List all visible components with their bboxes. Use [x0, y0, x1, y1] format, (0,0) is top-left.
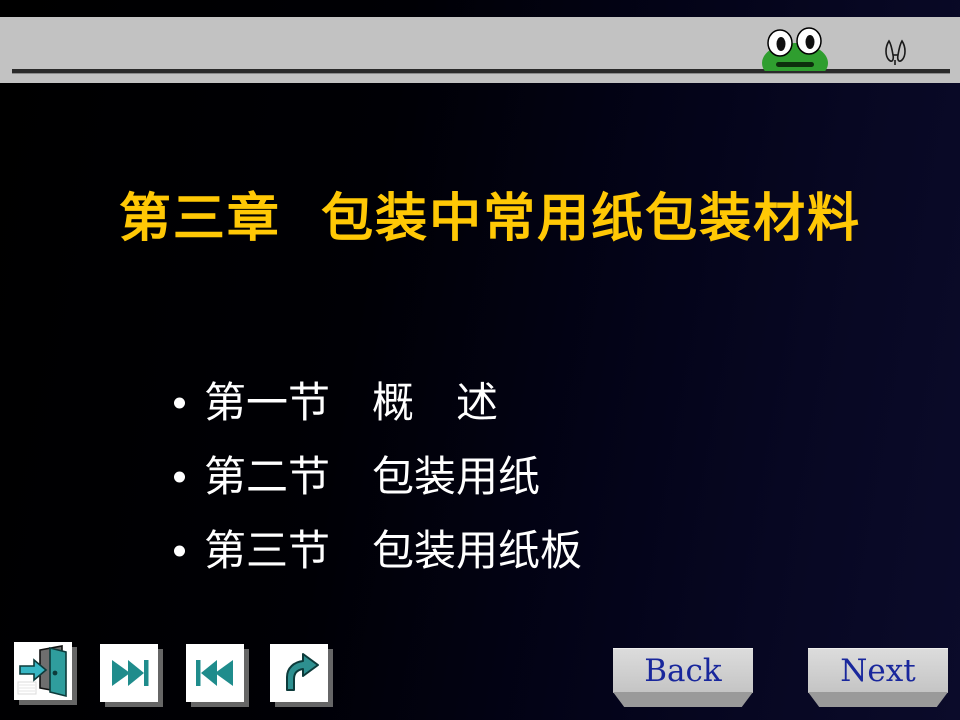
return-arrow-icon: [286, 653, 319, 691]
next-button-base: [808, 692, 948, 707]
return-button[interactable]: [270, 644, 328, 702]
frog-icon: [754, 23, 836, 71]
page-title: 第三章 包装中常用纸包装材料: [118, 188, 862, 249]
back-button[interactable]: Back: [613, 648, 753, 707]
next-slide-button[interactable]: [100, 644, 158, 702]
bullet-dot-icon: [174, 545, 185, 557]
presentation-slide: 第三章 包装中常用纸包装材料 第一节 概 述 第二节 包装用纸 第三节 包装用纸…: [0, 0, 960, 720]
next-button[interactable]: Next: [808, 648, 948, 707]
back-button-face[interactable]: Back: [613, 648, 753, 693]
previous-slide-button[interactable]: [186, 644, 244, 702]
next-button-label: Next: [840, 652, 916, 689]
bird-footprint-icon: [880, 38, 914, 68]
list-item[interactable]: 第三节 包装用纸板: [168, 514, 868, 588]
skip-backward-icon: [196, 660, 233, 686]
exit-door-icon: [17, 645, 67, 698]
next-button-face[interactable]: Next: [808, 648, 948, 693]
back-button-base: [613, 692, 753, 707]
list-item[interactable]: 第一节 概 述: [168, 366, 868, 440]
section-list: 第一节 概 述 第二节 包装用纸 第三节 包装用纸板: [168, 366, 868, 588]
back-button-label: Back: [644, 652, 722, 689]
exit-button[interactable]: [14, 642, 72, 700]
list-item-label: 第二节 包装用纸: [204, 452, 541, 501]
bullet-dot-icon: [174, 471, 185, 483]
list-item[interactable]: 第二节 包装用纸: [168, 440, 868, 514]
list-item-label: 第一节 概 述: [204, 378, 499, 427]
list-item-label: 第三节 包装用纸板: [204, 526, 583, 575]
bullet-dot-icon: [174, 397, 185, 409]
skip-forward-icon: [112, 660, 149, 686]
